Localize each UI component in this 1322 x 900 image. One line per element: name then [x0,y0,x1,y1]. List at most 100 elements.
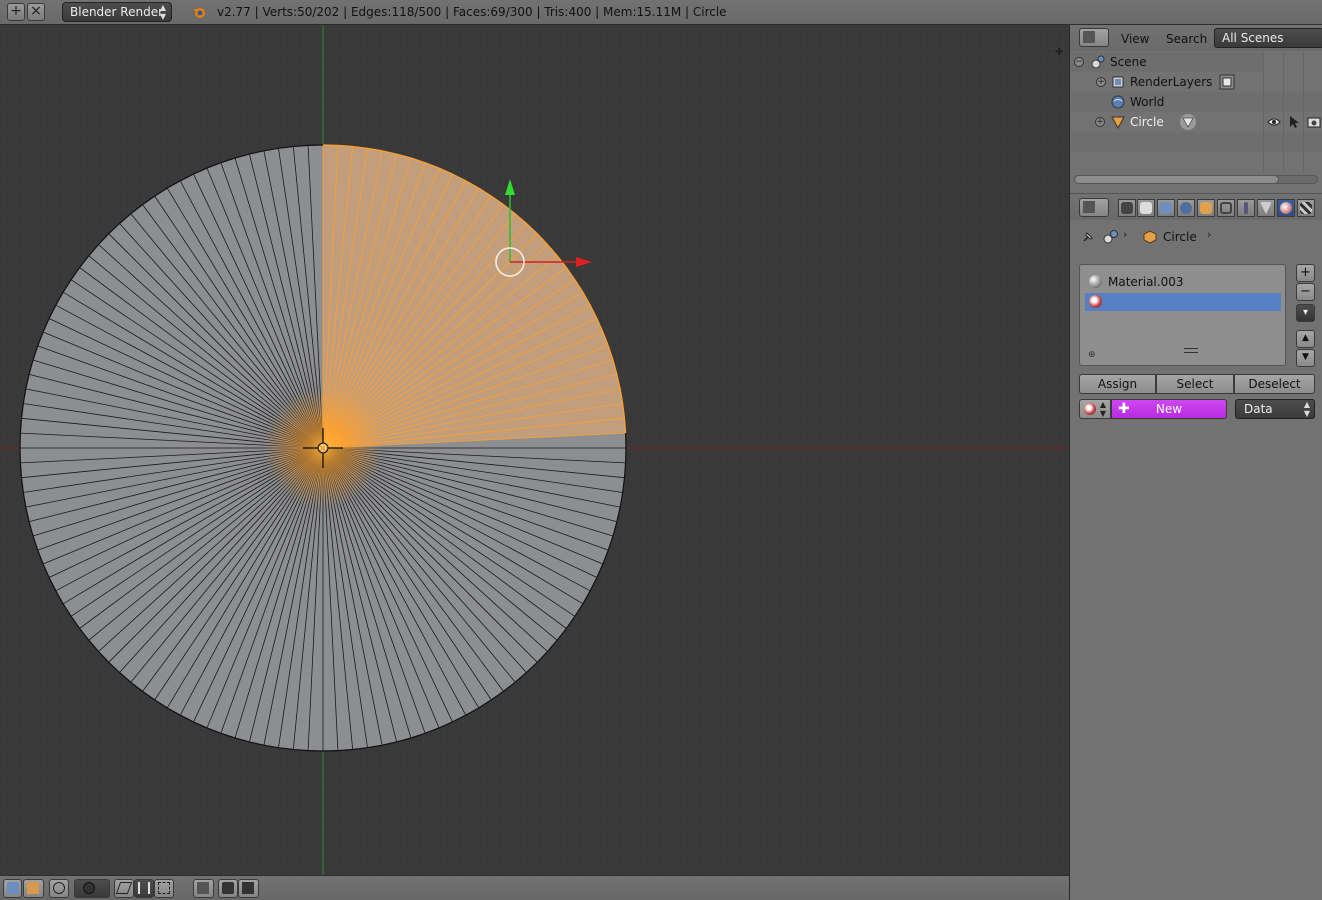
collapse-icon[interactable]: − [1074,57,1084,67]
tab-texture[interactable] [1297,199,1315,217]
render-engine-select[interactable]: Blender Render ▲ ▼ [62,2,172,22]
new-material-button[interactable]: ✚ New [1111,399,1227,419]
wrench-icon [1244,202,1248,214]
cube-icon [1200,202,1212,214]
properties-header [1070,193,1322,220]
mesh-data-icon[interactable] [1179,113,1197,131]
layers-button[interactable] [193,879,214,898]
mesh-data-icon [1260,202,1272,214]
deselect-button[interactable]: Deselect [1234,374,1315,394]
mode-cube-button[interactable] [23,879,44,898]
pivot-icon [53,882,65,894]
outliner-menu-view[interactable]: View [1121,32,1149,46]
outliner-label: Scene [1110,55,1147,69]
visibility-eye-icon[interactable] [1267,115,1281,129]
viewport-shading-select[interactable] [74,879,110,898]
world-icon [1111,95,1125,109]
camera-icon [222,882,234,894]
tab-render-layers[interactable] [1137,199,1155,217]
render-engine-label: Blender Render [70,5,164,19]
material-icon [1084,403,1096,415]
add-screen-button[interactable]: + [7,3,25,21]
3d-viewport[interactable]: ✚ [0,25,1069,875]
scene-icon [1160,202,1172,214]
clapper-icon [242,882,254,894]
3d-view-icon [7,882,19,894]
region-toggle-icon[interactable]: ✚ [1055,47,1063,58]
render-layer-sub-icon[interactable] [1219,74,1235,90]
render-preview-button[interactable] [218,879,238,898]
rotate-icon [158,882,170,894]
updown-arrow-icon: ▲ ▼ [1303,400,1310,418]
tab-material[interactable] [1277,199,1295,217]
tab-object[interactable] [1197,199,1215,217]
solid-shading-icon [83,882,95,894]
material-slot-list: Material.003 ⊕ [1079,264,1286,366]
outliner-header: View Search All Scenes [1070,25,1322,51]
tab-constraints[interactable] [1217,199,1235,217]
properties-breadcrumb: › Circle › [1070,223,1322,251]
material-link-label: Data [1244,402,1273,416]
tab-data[interactable] [1257,199,1275,217]
column-divider [1263,52,1264,172]
select-button[interactable]: Select [1156,374,1234,394]
outliner-label: RenderLayers [1130,75,1213,89]
scene-statistics: v2.77 | Verts:50/202 | Edges:118/500 | F… [217,5,727,19]
layers-icon [197,882,209,894]
outliner-row-scene[interactable]: − Scene [1071,52,1264,72]
pin-icon[interactable] [1081,230,1095,244]
expand-icon[interactable]: + [1096,77,1106,87]
material-icon [1280,202,1292,214]
scene-icon [1103,230,1118,244]
move-slot-up-button[interactable]: ▲ [1296,330,1315,348]
properties-editor-type-button[interactable] [1079,198,1109,217]
outliner-icon [1083,31,1095,43]
resize-grip-icon[interactable] [1184,348,1198,353]
outliner-editor-type-button[interactable] [1079,28,1109,47]
filter-options-icon[interactable]: ⊕ [1088,350,1096,360]
expand-icon[interactable]: + [1095,117,1105,127]
remove-material-slot-button[interactable]: − [1296,283,1315,301]
render-camera-icon[interactable] [1307,115,1321,129]
tab-render[interactable] [1118,199,1136,217]
blender-logo-icon [193,8,205,18]
material-slot[interactable]: Material.003 [1085,273,1281,291]
material-icon [1089,295,1102,308]
breadcrumb-chevron-icon: › [1207,228,1212,241]
scene-filter-select[interactable]: All Scenes [1214,28,1322,48]
rotate-manipulator-button[interactable] [154,879,174,898]
tab-modifiers[interactable] [1237,199,1255,217]
browse-material-button[interactable]: ▲ ▼ [1079,399,1111,419]
viewport-canvas[interactable] [0,25,1069,875]
assign-button[interactable]: Assign [1079,374,1156,394]
move-slot-down-button[interactable]: ▼ [1296,349,1315,367]
updown-arrow-icon: ▲ ▼ [1099,400,1106,418]
translate-manipulator-button[interactable] [134,879,154,898]
cube-icon [27,882,39,894]
pivot-button[interactable] [49,879,69,898]
material-slot-label: Material.003 [1108,275,1184,289]
right-editors: View Search All Scenes − Scene + RenderL… [1069,25,1322,900]
tab-scene[interactable] [1157,199,1175,217]
slot-specials-button[interactable]: ▾ [1296,304,1315,322]
material-slot-selected[interactable] [1085,293,1281,311]
outliner-scrollbar[interactable] [1074,175,1279,184]
outliner-row-circle[interactable]: + Circle [1071,112,1322,132]
render-layers-icon [1140,202,1152,214]
updown-arrow-icon: ▲ ▼ [159,3,166,21]
render-animation-button[interactable] [238,879,259,898]
breadcrumb-chevron-icon: › [1123,228,1128,241]
scene-icon [1091,55,1105,69]
outliner-tree: − Scene + RenderLayers World + Circle [1071,52,1322,177]
add-material-slot-button[interactable]: + [1296,264,1315,282]
outliner-row-renderlayers[interactable]: + RenderLayers [1071,72,1322,92]
outliner-row-world[interactable]: World [1071,92,1322,112]
editor-type-button[interactable] [3,879,22,898]
tab-world[interactable] [1177,199,1195,217]
snap-toggle-button[interactable] [114,879,134,898]
material-link-select[interactable]: Data ▲ ▼ [1235,399,1315,419]
outliner-empty-row [1071,132,1322,152]
select-cursor-icon[interactable] [1287,115,1301,129]
outliner-menu-search[interactable]: Search [1166,32,1207,46]
close-screen-button[interactable]: × [27,3,45,21]
